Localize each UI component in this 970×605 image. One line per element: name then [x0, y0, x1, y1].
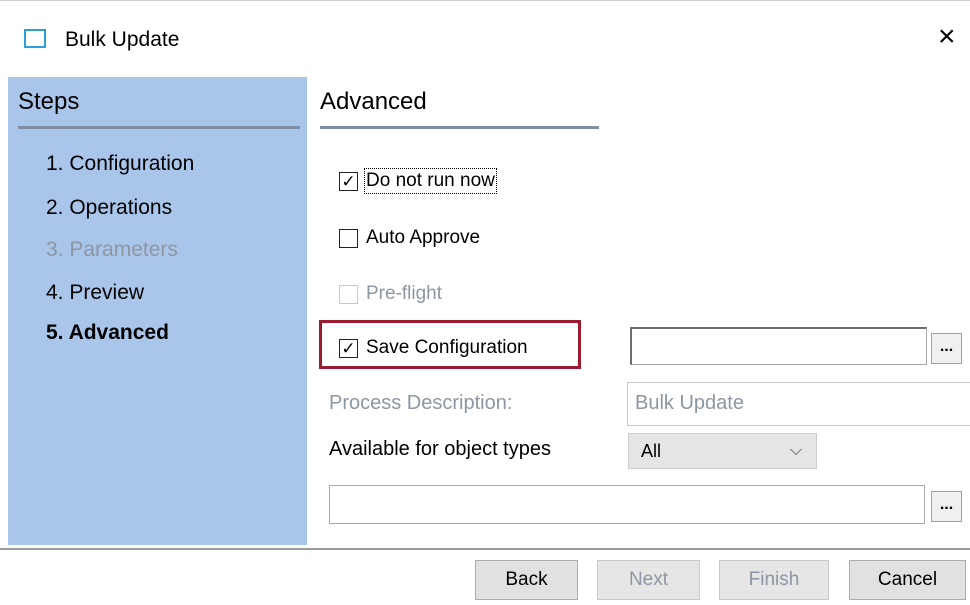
cancel-button[interactable]: Cancel	[849, 560, 966, 600]
window-title: Bulk Update	[65, 28, 180, 51]
chevron-down-icon: ⌵	[789, 442, 802, 459]
page-title: Advanced	[320, 88, 427, 115]
title-divider	[320, 126, 599, 129]
auto-approve-option[interactable]: Auto Approve	[339, 227, 480, 249]
window-icon	[24, 29, 46, 48]
object-types-select[interactable]: All ⌵	[628, 433, 817, 469]
save-configuration-option[interactable]: ✓ Save Configuration	[339, 337, 528, 359]
step-configuration[interactable]: 1. Configuration	[46, 152, 194, 176]
step-preview[interactable]: 4. Preview	[46, 281, 144, 305]
footer-divider	[0, 548, 970, 550]
steps-title: Steps	[18, 88, 80, 115]
close-icon[interactable]: ×	[938, 22, 956, 52]
back-button[interactable]: Back	[475, 560, 578, 600]
save-config-path-input[interactable]	[630, 327, 927, 365]
step-parameters: 3. Parameters	[46, 238, 178, 261]
steps-divider	[18, 126, 300, 129]
do-not-run-now-checkbox[interactable]: ✓	[339, 171, 358, 191]
object-types-selected-value: All	[641, 441, 662, 461]
process-description-field: Bulk Update	[627, 382, 970, 426]
step-advanced[interactable]: 5. Advanced	[46, 321, 169, 345]
step-operations[interactable]: 2. Operations	[46, 196, 172, 220]
auto-approve-checkbox[interactable]	[339, 228, 358, 248]
do-not-run-now-label[interactable]: Do not run now	[364, 168, 497, 194]
finish-button: Finish	[719, 560, 829, 600]
auto-approve-label[interactable]: Auto Approve	[366, 227, 480, 249]
save-config-browse-button[interactable]: ...	[931, 333, 962, 364]
object-types-list-input[interactable]	[329, 485, 925, 524]
do-not-run-now-option[interactable]: ✓ Do not run now	[339, 168, 497, 194]
object-types-browse-button[interactable]: ...	[931, 491, 962, 522]
object-types-label: Available for object types	[329, 438, 551, 460]
next-button: Next	[597, 560, 700, 600]
pre-flight-label: Pre-flight	[366, 283, 443, 304]
save-configuration-checkbox[interactable]: ✓	[339, 338, 358, 358]
save-configuration-label[interactable]: Save Configuration	[366, 337, 528, 359]
pre-flight-checkbox	[339, 284, 358, 304]
steps-panel	[8, 77, 307, 545]
process-description-label: Process Description:	[329, 392, 513, 414]
pre-flight-option: Pre-flight	[339, 283, 442, 305]
